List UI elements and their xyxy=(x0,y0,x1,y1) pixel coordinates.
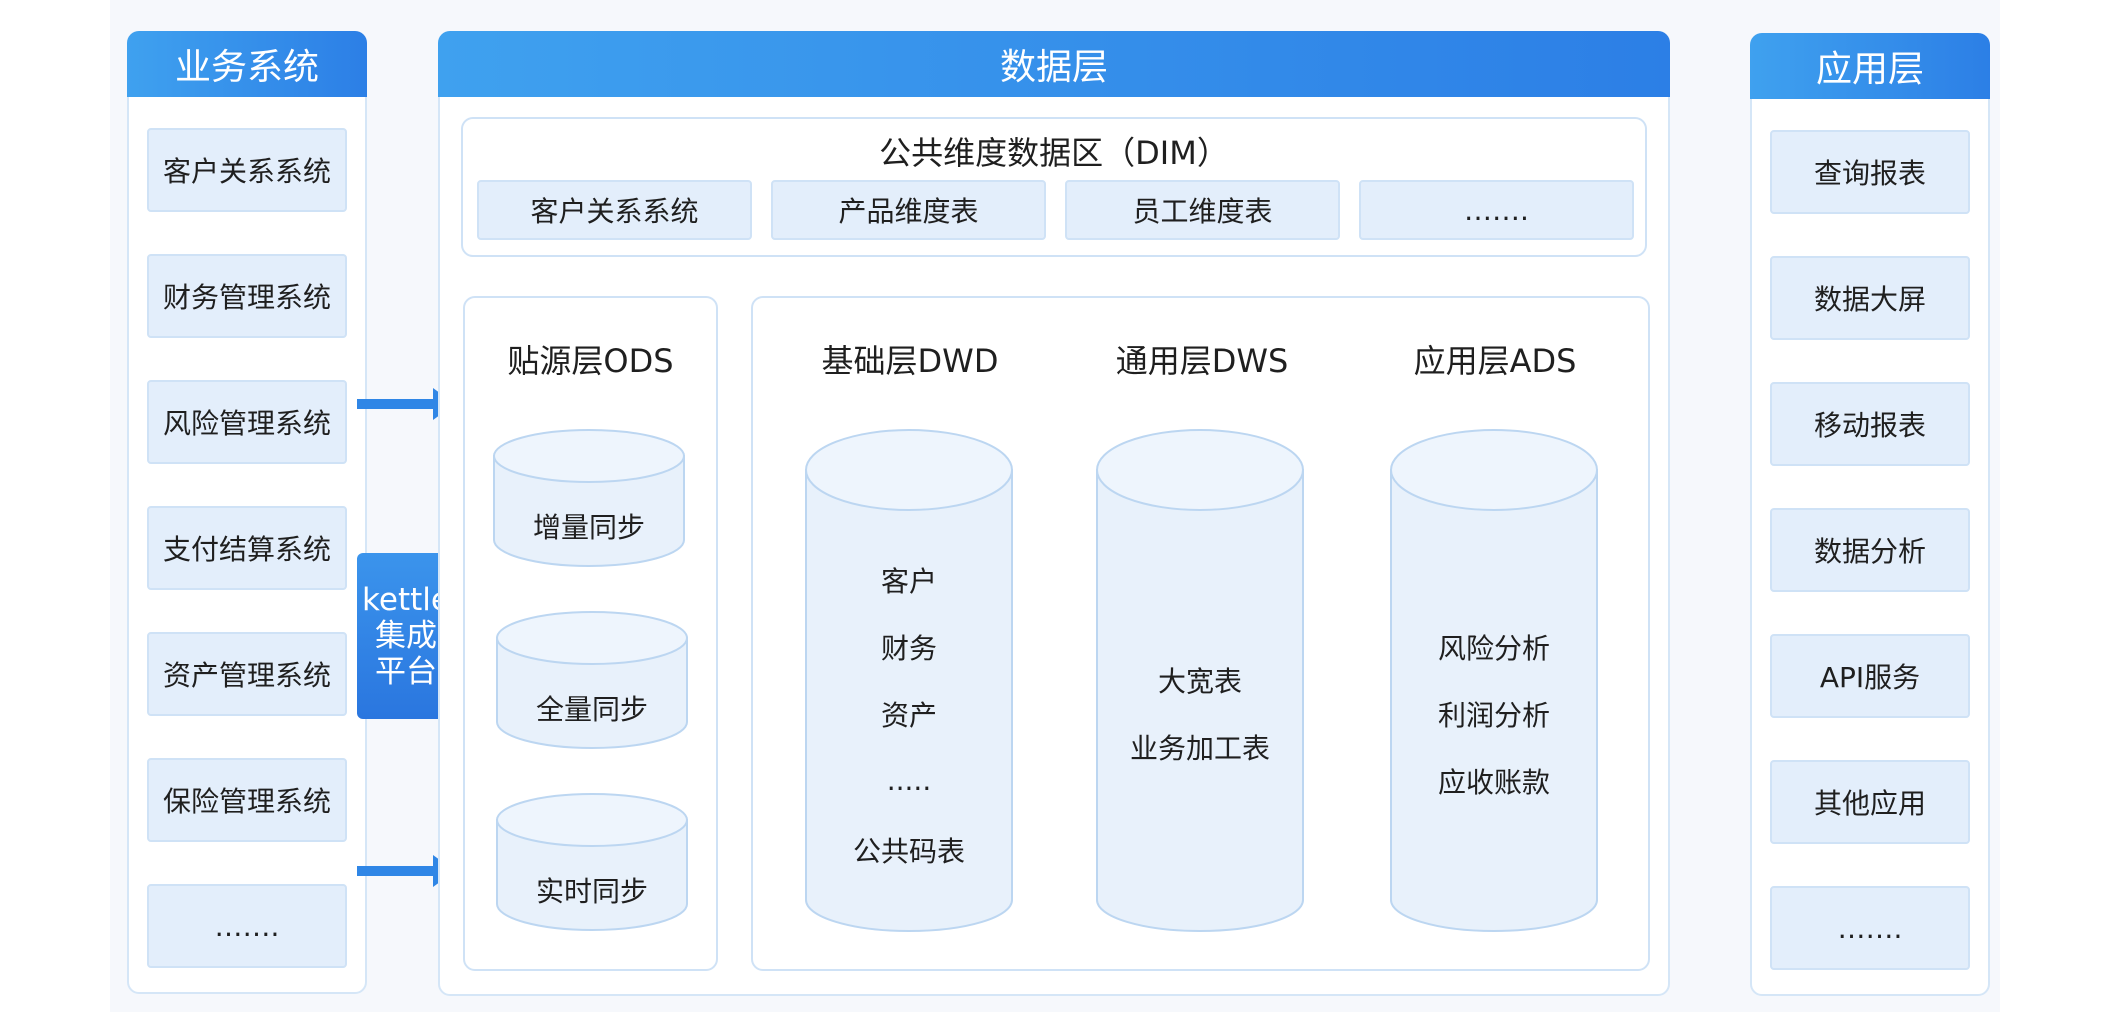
dwd-item: 财务 xyxy=(880,632,937,665)
ods-item: 全量同步 xyxy=(535,693,648,726)
ods-item: 实时同步 xyxy=(535,875,648,908)
application-item: 查询报表 xyxy=(1770,130,1970,214)
application-layer-title: 应用层 xyxy=(1750,33,1990,99)
dws-item: 大宽表 xyxy=(1157,665,1242,698)
application-item: ……. xyxy=(1770,886,1970,970)
application-item: 数据大屏 xyxy=(1770,256,1970,340)
ads-item: 风险分析 xyxy=(1437,632,1550,665)
ads-item: 利润分析 xyxy=(1437,699,1550,732)
application-item: API服务 xyxy=(1770,634,1970,718)
ods-item: 增量同步 xyxy=(532,511,645,544)
ads-cylinder xyxy=(1390,429,1598,932)
dwd-item: 客户 xyxy=(880,565,937,598)
ads-item: 应收账款 xyxy=(1437,766,1550,799)
dwd-item: 公共码表 xyxy=(852,835,965,868)
dwd-item: 资产 xyxy=(880,699,937,732)
application-item: 数据分析 xyxy=(1770,508,1970,592)
dwd-item: ..... xyxy=(886,764,932,797)
application-item: 移动报表 xyxy=(1770,382,1970,466)
dws-item: 业务加工表 xyxy=(1129,732,1270,765)
application-item: 其他应用 xyxy=(1770,760,1970,844)
